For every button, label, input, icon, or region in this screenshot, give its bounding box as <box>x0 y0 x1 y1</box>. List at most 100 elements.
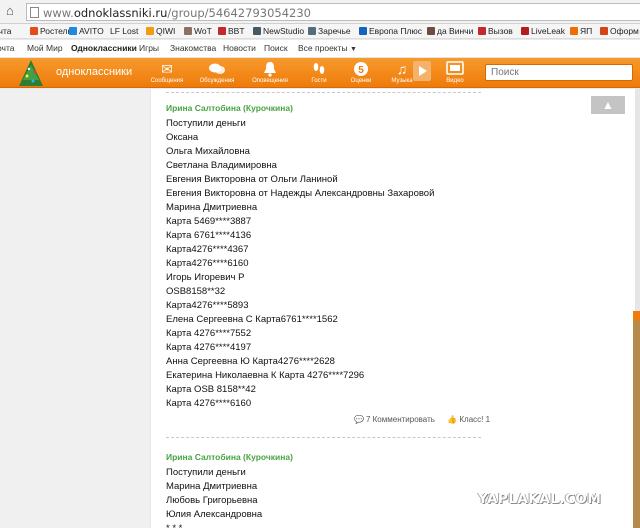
post-divider <box>166 92 481 93</box>
arrow-up-icon: ▲ <box>602 98 614 112</box>
feed-post: Ирина Салтобина (Курочкина) Поступили де… <box>166 103 434 411</box>
browser-address-bar: ⌂ www.odnoklassniki.ru/group/54642793054… <box>0 0 640 24</box>
newstudio-icon <box>253 27 261 35</box>
bell-icon <box>261 61 279 77</box>
nav-video-button[interactable]: Видео <box>436 58 474 88</box>
right-banner-edge <box>633 311 640 321</box>
topnav-news[interactable]: Новости <box>223 43 256 53</box>
nav-messages-button[interactable]: ✉ Сообщения <box>148 58 186 88</box>
brand-name[interactable]: одноклассники <box>56 66 132 78</box>
post-author-link[interactable]: Ирина Салтобина (Курочкина) <box>166 452 293 462</box>
post-author-link[interactable]: Ирина Салтобина (Курочкина) <box>166 103 434 113</box>
da-vinci-icon <box>427 27 435 35</box>
nav-guests-button[interactable]: Гости <box>300 58 338 88</box>
search-box[interactable] <box>485 64 633 81</box>
bookmark-item[interactable]: Европа Плюс <box>359 25 422 38</box>
post-line: Евгения Викторовна от Ольги Ланиной <box>166 174 338 185</box>
post-line: Марина Дмитриевна <box>166 202 258 213</box>
topnav-mail[interactable]: очта <box>0 43 15 53</box>
post-line: Карта 4276****7552 <box>166 328 252 339</box>
post-line: OSB8158**32 <box>166 286 226 297</box>
bookmark-item[interactable]: ЯП <box>570 25 592 38</box>
post-line: Любовь Григорьевна <box>166 495 258 506</box>
bookmark-item[interactable]: LiveLeak <box>521 25 565 38</box>
nav-discussions-button[interactable]: Обсуждения <box>198 58 236 88</box>
scroll-to-top-button[interactable]: ▲ <box>591 96 625 114</box>
bookmark-item[interactable]: Оформ <box>600 25 639 38</box>
post-line: * * * <box>166 522 293 528</box>
post-line: Карта4276****4367 <box>166 244 249 255</box>
nav-ratings-button[interactable]: 5 Оценки <box>342 58 380 88</box>
topnav-dating[interactable]: Знакомства <box>170 43 216 53</box>
post-line: Карта4276****5893 <box>166 300 249 311</box>
post-line: Марина Дмитриевна <box>166 481 258 492</box>
post-line: Карта4276****6160 <box>166 258 249 269</box>
post-line: Карта 4276****4197 <box>166 342 252 353</box>
svg-text:5: 5 <box>358 65 364 76</box>
home-icon[interactable]: ⌂ <box>6 4 20 18</box>
left-column <box>0 89 150 528</box>
footprints-icon <box>310 61 328 77</box>
europa-plus-icon <box>359 27 367 35</box>
post-line: Елена Сергеевна С Карта6761****1562 <box>166 314 338 325</box>
comment-bubble-icon: 💬 <box>354 415 364 424</box>
video-icon <box>446 61 464 77</box>
post-text: Поступили деньги Оксана Ольга Михайловна… <box>166 117 434 411</box>
bookmark-item[interactable]: Ростелк <box>30 25 71 38</box>
oform-icon <box>600 27 608 35</box>
right-ad-strip[interactable] <box>633 321 640 528</box>
bookmark-item[interactable]: BBT <box>218 25 245 38</box>
like-button[interactable]: 👍 Класс! 1 <box>447 415 490 424</box>
post-line: Юлия Александровна <box>166 509 263 520</box>
url-field[interactable]: www.odnoklassniki.ru/group/5464279305423… <box>26 3 640 21</box>
search-input[interactable] <box>486 65 632 80</box>
bookmark-item[interactable]: NewStudio <box>253 25 304 38</box>
yaplakal-icon <box>570 27 578 35</box>
post-line: Евгения Викторовна от Надежды Александро… <box>166 188 435 199</box>
post-line: Карта 4276****6160 <box>166 398 252 409</box>
rating-icon: 5 <box>352 61 370 77</box>
post-line: Светлана Владимировна <box>166 160 277 171</box>
liveleak-icon <box>521 27 529 35</box>
site-header: одноклассники ✉ Сообщения Обсуждения Опо… <box>0 58 640 88</box>
post-line: Ольга Михайловна <box>166 146 250 157</box>
topnav-search[interactable]: Поиск <box>264 43 288 53</box>
topnav-all-projects[interactable]: Все проекты ▼ <box>298 43 357 53</box>
post-actions: 💬 7 Комментировать 👍 Класс! 1 <box>354 415 490 424</box>
url-text[interactable]: www.odnoklassniki.ru/group/5464279305423… <box>43 6 311 20</box>
comment-button[interactable]: 💬 7 Комментировать <box>354 415 435 424</box>
topnav-my-world[interactable]: Мой Мир <box>27 43 63 53</box>
topnav-odnoklassniki[interactable]: Одноклассники <box>71 43 137 53</box>
bookmark-item[interactable]: LF Lost <box>110 25 138 38</box>
bookmark-item[interactable]: да Винчи <box>427 25 473 38</box>
post-line: Поступили деньги <box>166 118 246 129</box>
post-line: Карта 5469****3887 <box>166 216 252 227</box>
qiwi-icon <box>146 27 154 35</box>
avito-icon <box>69 27 77 35</box>
page-icon <box>30 7 39 18</box>
bookmark-item[interactable]: QIWI <box>146 25 175 38</box>
bookmark-item[interactable]: Заречье <box>308 25 351 38</box>
vyzov-icon <box>478 27 486 35</box>
bookmark-item[interactable]: очта <box>0 25 12 38</box>
bbt-icon <box>218 27 226 35</box>
chat-bubbles-icon <box>208 61 226 77</box>
christmas-tree-logo-icon[interactable] <box>10 58 52 88</box>
rostelecom-icon <box>30 27 38 35</box>
bookmark-item[interactable]: AVITO <box>69 25 104 38</box>
wot-icon <box>184 27 192 35</box>
play-icon[interactable] <box>413 61 431 81</box>
bookmark-item[interactable]: Вызов <box>478 25 513 38</box>
post-line: Оксана <box>166 132 199 143</box>
bookmarks-bar: очта Ростелк AVITO LF Lost QIWI WoT BBT … <box>0 24 640 39</box>
post-line: Поступили деньги <box>166 467 246 478</box>
post-line: Карта OSB 8158**42 <box>166 384 256 395</box>
yaplakal-watermark: YAPLAKAL.COM <box>478 491 602 507</box>
bookmark-item[interactable]: WoT <box>184 25 212 38</box>
nav-notifications-button[interactable]: Оповещения <box>251 58 289 88</box>
topnav-games[interactable]: Игры <box>139 43 159 53</box>
thumbs-up-icon: 👍 <box>447 415 458 424</box>
portal-top-nav: очта Мой Мир Одноклассники Игры Знакомст… <box>0 40 640 58</box>
chevron-down-icon: ▼ <box>350 46 357 53</box>
music-note-icon: ♫ <box>396 61 408 77</box>
